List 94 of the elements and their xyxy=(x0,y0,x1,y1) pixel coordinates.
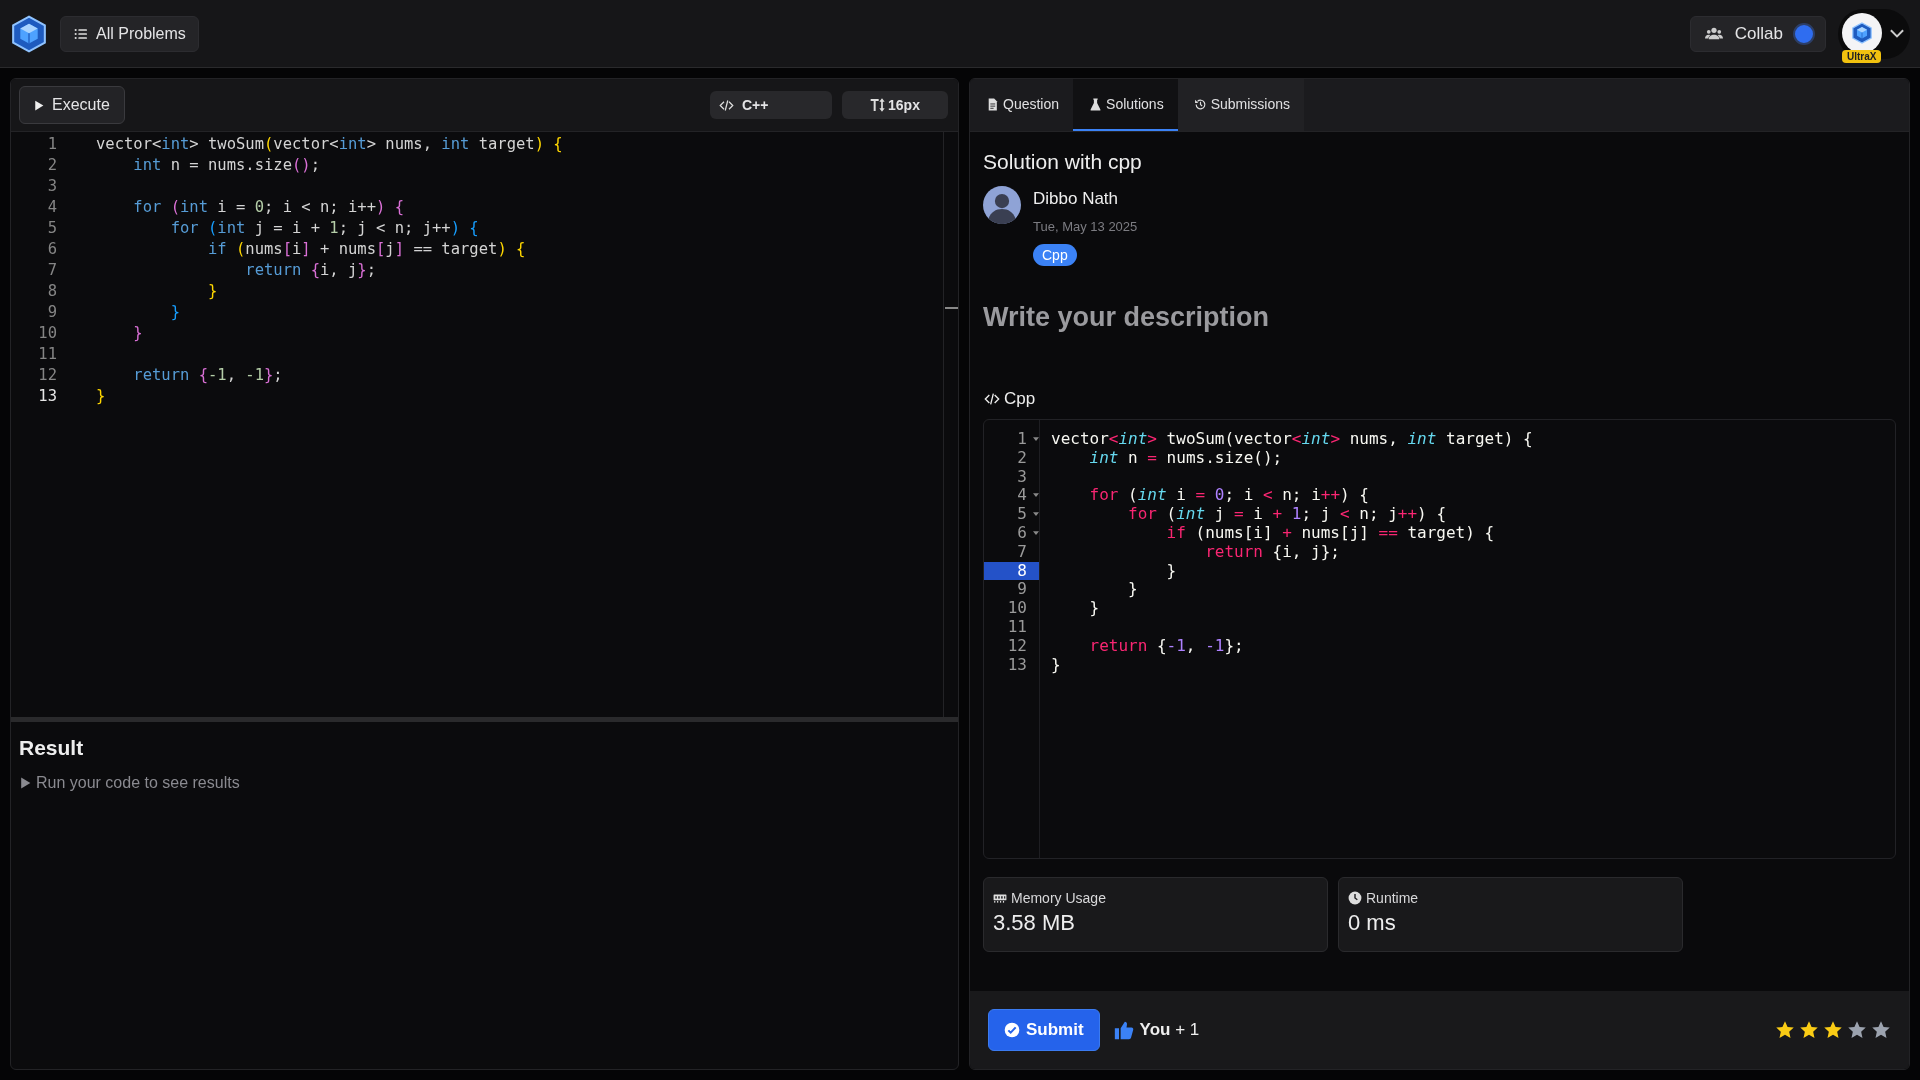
code-line: return {-1, -1}; xyxy=(1088,635,1244,655)
stat-value: 0 ms xyxy=(1348,910,1397,936)
line-number: 2 xyxy=(46,155,57,176)
line-number: 7 xyxy=(1017,542,1028,562)
code-line: return {-1, -1}; xyxy=(132,365,283,386)
tab[interactable]: Solutions xyxy=(1073,79,1178,131)
line-number: 10 xyxy=(37,323,57,344)
chevron-down-icon xyxy=(1890,29,1904,38)
code-line: } xyxy=(169,302,180,323)
flask-icon xyxy=(1089,97,1103,111)
line-number: 2 xyxy=(1017,448,1028,468)
like-button[interactable]: You + 1 xyxy=(1113,1020,1200,1040)
code-line: for (int i = 0; i < n; i++) { xyxy=(132,197,404,218)
code-line: int n = nums.size(); xyxy=(132,155,320,176)
star-icon[interactable] xyxy=(1775,1020,1795,1040)
line-number: 8 xyxy=(46,281,57,302)
star-icon[interactable] xyxy=(1847,1020,1867,1040)
code-line: return {i, j}; xyxy=(244,260,376,281)
line-number: 11 xyxy=(37,344,57,365)
line-number: 5 xyxy=(46,218,57,239)
clock-icon xyxy=(1348,891,1362,905)
line-number: 9 xyxy=(1017,580,1028,600)
line-number: 4 xyxy=(46,197,57,218)
check-circle-icon xyxy=(1004,1022,1020,1038)
solution-title: Solution with cpp xyxy=(983,150,1143,174)
line-number: 13 xyxy=(37,386,57,407)
plan-badge: UltraX xyxy=(1842,49,1882,63)
post-date: Tue, May 13 2025 xyxy=(1033,219,1138,234)
line-number: 7 xyxy=(46,260,57,281)
code-line: int n = nums.size(); xyxy=(1088,447,1283,467)
code-line: for (int j = i + 1; j < n; j++) { xyxy=(169,218,479,239)
text-size-icon xyxy=(870,97,887,113)
history-icon xyxy=(1193,97,1207,111)
code-line: vector<int> twoSum(vector<int> nums, int target) { xyxy=(1051,429,1533,448)
avatar-icon xyxy=(983,186,1021,224)
stat-value: 3.58 MB xyxy=(993,910,1076,936)
fold-caret-icon[interactable] xyxy=(1033,493,1039,498)
execute-button[interactable]: Execute xyxy=(19,86,125,124)
line-number: 13 xyxy=(1007,655,1028,675)
code-line: for (int i = 0; i < n; i++) { xyxy=(1088,485,1369,505)
code-icon xyxy=(983,391,1001,407)
fold-caret-icon[interactable] xyxy=(1033,437,1039,441)
language-tag: Cpp xyxy=(1033,244,1077,266)
code-label: Cpp xyxy=(1004,389,1036,409)
font-size-button[interactable]: 16px xyxy=(842,91,948,119)
tab[interactable]: Submissions xyxy=(1177,79,1304,131)
logo-icon xyxy=(10,14,48,53)
all-problems-button[interactable]: All Problems xyxy=(60,15,199,52)
author-name: Dibbo Nath xyxy=(1033,189,1119,209)
line-number: 11 xyxy=(1007,617,1028,637)
code-line: vector<int> twoSum(vector<int> nums, int target) { xyxy=(96,134,563,155)
document-icon xyxy=(986,97,999,111)
code-line: } xyxy=(96,386,106,407)
code-line: } xyxy=(1165,560,1177,580)
line-number: 10 xyxy=(1007,599,1028,618)
play-icon xyxy=(19,776,32,790)
language-select[interactable]: C++ xyxy=(710,91,832,119)
code-icon xyxy=(718,97,735,113)
code-line: return {i, j}; xyxy=(1204,541,1340,561)
line-number: 3 xyxy=(1017,467,1028,487)
code-line: if (nums[i] + nums[j] == target) { xyxy=(1165,523,1495,542)
fold-caret-icon[interactable] xyxy=(1033,531,1039,535)
description-heading: Write your description xyxy=(983,302,1271,333)
code-line: } xyxy=(1127,579,1138,599)
code-line: } xyxy=(1088,598,1100,618)
code-line: } xyxy=(132,323,143,344)
line-number: 1 xyxy=(46,134,57,155)
logo-icon xyxy=(1851,21,1873,44)
line-number: 1 xyxy=(1017,430,1028,449)
line-number: 4 xyxy=(1017,486,1028,506)
line-number: 12 xyxy=(37,365,57,386)
line-number: 9 xyxy=(46,302,57,323)
collab-button[interactable]: Collab xyxy=(1689,15,1826,52)
line-number: 3 xyxy=(46,176,57,197)
code-line: } xyxy=(1051,654,1061,674)
line-number: 6 xyxy=(1017,524,1028,543)
line-number: 12 xyxy=(1007,636,1028,656)
code-line: if (nums[i] + nums[j] == target) { xyxy=(206,239,526,260)
result-hint: Run your code to see results xyxy=(36,774,240,792)
play-icon xyxy=(32,98,45,112)
result-title: Result xyxy=(19,736,85,760)
line-number: 8 xyxy=(1017,561,1028,581)
collab-toggle[interactable] xyxy=(1793,22,1815,45)
line-number: 5 xyxy=(1017,505,1028,524)
line-number: 6 xyxy=(46,239,57,260)
star-icon[interactable] xyxy=(1799,1020,1819,1040)
fold-caret-icon[interactable] xyxy=(1033,512,1039,517)
star-icon[interactable] xyxy=(1871,1020,1891,1040)
submit-button[interactable]: Submit xyxy=(988,1009,1100,1051)
code-line: } xyxy=(206,281,218,302)
stat-label: Runtime xyxy=(1366,890,1419,906)
stat-label: Memory Usage xyxy=(1011,890,1106,906)
code-line: for (int j = i + 1; j < n; j++) { xyxy=(1127,504,1446,524)
star-icon[interactable] xyxy=(1823,1020,1843,1040)
